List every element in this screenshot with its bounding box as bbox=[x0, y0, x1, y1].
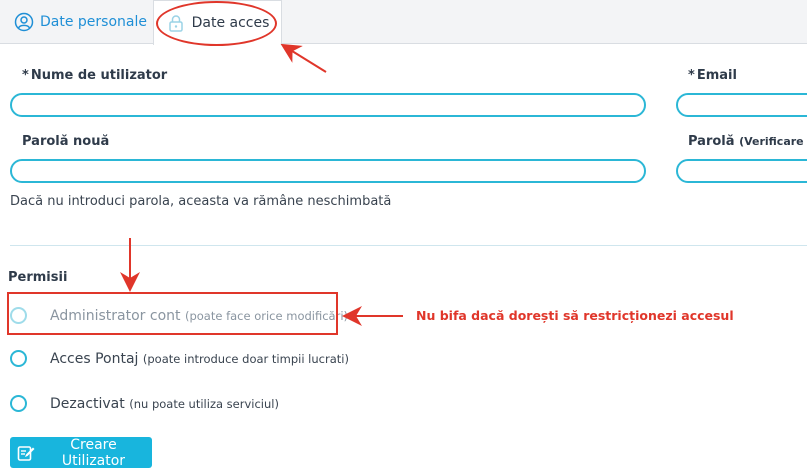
annotation-arrows bbox=[120, 43, 403, 326]
edit-icon bbox=[16, 443, 36, 463]
create-user-button[interactable]: Creare Utilizator bbox=[10, 436, 152, 469]
arrow-to-tab bbox=[280, 43, 327, 73]
create-user-label: Creare Utilizator bbox=[61, 436, 126, 469]
